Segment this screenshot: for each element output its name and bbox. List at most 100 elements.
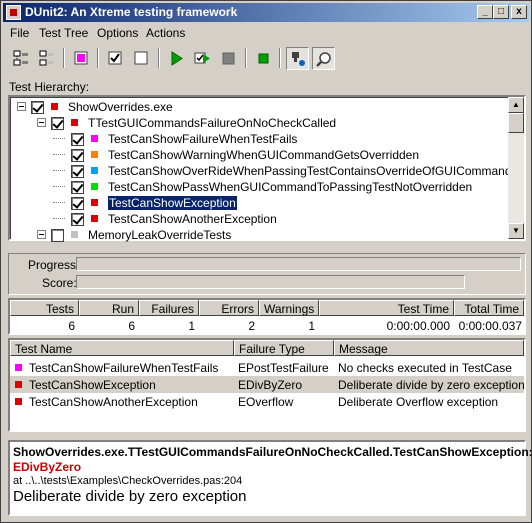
- test-hierarchy-tree[interactable]: ShowOverrides.exe TTestGUICommandsFailure…: [8, 95, 526, 243]
- test-checkbox[interactable]: [51, 117, 64, 130]
- stats-grid: Tests Run Failures Errors Warnings Test …: [8, 298, 526, 335]
- tree-connector: [53, 154, 65, 155]
- check-icon[interactable]: [104, 47, 127, 70]
- stats-header-failures: Failures: [139, 300, 199, 316]
- test-checkbox[interactable]: [71, 165, 84, 178]
- tree-row-label: TTestGUICommandsFailureOnNoCheckCalled: [88, 116, 337, 130]
- status-square-icon: [51, 103, 58, 110]
- scroll-down-button[interactable]: ▼: [508, 223, 524, 239]
- failure-message: Deliberate Overflow exception: [338, 395, 499, 409]
- tree-row[interactable]: TestCanShowException: [10, 195, 506, 211]
- menu-options[interactable]: Options: [97, 26, 138, 40]
- tree-row[interactable]: TestCanShowAnotherException: [10, 211, 506, 227]
- tree-row-label: MemoryLeakOverrideTests: [88, 228, 232, 242]
- failure-list[interactable]: Test Name Failure Type Message TestCanSh…: [8, 338, 526, 432]
- details-location: at ..\..\tests\Examples\CheckOverrides.p…: [13, 475, 243, 487]
- deselect-all-icon[interactable]: [36, 47, 59, 70]
- tree-vertical-scrollbar[interactable]: ▲ ▼: [508, 97, 524, 239]
- status-square-icon: [15, 364, 22, 371]
- menu-file[interactable]: File: [10, 26, 29, 40]
- stats-header-errors: Errors: [199, 300, 259, 316]
- run-current-icon[interactable]: [252, 47, 275, 70]
- tree-row[interactable]: ShowOverrides.exe: [10, 99, 506, 115]
- test-checkbox[interactable]: [31, 101, 44, 114]
- tree-row[interactable]: TestCanShowPassWhenGUICommandToPassingTe…: [10, 179, 506, 195]
- status-square-icon: [91, 151, 98, 158]
- title-bar[interactable]: DUnit2: An Xtreme testing framework _ □ …: [3, 3, 529, 22]
- failure-row[interactable]: TestCanShowException EDivByZero Deliberate…: [10, 376, 525, 393]
- stats-errors-value: 2: [248, 319, 255, 333]
- main-window: DUnit2: An Xtreme testing framework _ □ …: [0, 0, 532, 523]
- maximize-button[interactable]: □: [493, 5, 509, 19]
- tree-row-label: TestCanShowOverRideWhenPassingTestContai…: [108, 164, 512, 178]
- run-selected-icon[interactable]: [191, 47, 214, 70]
- stats-test-time-value: 0:00:00.000: [386, 319, 450, 333]
- test-checkbox[interactable]: [71, 213, 84, 226]
- status-square-icon: [91, 215, 98, 222]
- stop-icon[interactable]: [217, 47, 240, 70]
- failure-details[interactable]: ShowOverrides.exe.TTestGUICommandsFailur…: [8, 440, 532, 516]
- progress-bar: [76, 257, 521, 271]
- collapse-toggle-icon[interactable]: [37, 230, 46, 239]
- tree-row[interactable]: TestCanShowFailureWhenTestFails: [10, 131, 506, 147]
- break-on-failure-icon[interactable]: [286, 47, 309, 70]
- close-button[interactable]: x: [511, 5, 527, 19]
- tree-connector: [53, 186, 65, 187]
- stats-warnings-value: 1: [308, 319, 315, 333]
- tree-row[interactable]: TestCanShowOverRideWhenPassingTestContai…: [10, 163, 512, 179]
- test-checkbox[interactable]: [71, 197, 84, 210]
- test-checkbox[interactable]: [71, 181, 84, 194]
- select-all-icon[interactable]: [10, 47, 33, 70]
- menu-actions[interactable]: Actions: [146, 26, 185, 40]
- minimize-button[interactable]: _: [477, 5, 493, 19]
- failure-message: No checks executed in TestCase: [338, 361, 512, 375]
- toolbar-separator: [63, 48, 65, 68]
- failure-header-type[interactable]: Failure Type: [234, 340, 334, 356]
- find-icon[interactable]: [312, 47, 335, 70]
- scroll-thumb[interactable]: [508, 113, 524, 133]
- score-bar: [76, 275, 465, 289]
- status-square-icon: [91, 199, 98, 206]
- failure-type: EPostTestFailure: [238, 361, 329, 375]
- app-icon: [6, 5, 21, 20]
- window-title: DUnit2: An Xtreme testing framework: [25, 5, 238, 19]
- tree-row-label: TestCanShowFailureWhenTestFails: [108, 132, 298, 146]
- failure-test-name: TestCanShowException: [29, 378, 156, 392]
- run-icon[interactable]: [165, 47, 188, 70]
- status-square-icon: [71, 231, 78, 238]
- progress-label: Progress:: [28, 258, 80, 272]
- stats-header-total-time: Total Time: [454, 300, 524, 316]
- menu-test-tree[interactable]: Test Tree: [39, 26, 88, 40]
- tree-row-label: TestCanShowPassWhenGUICommandToPassingTe…: [108, 180, 473, 194]
- tree-connector: [53, 218, 65, 219]
- toolbar-separator: [97, 48, 99, 68]
- tree-row[interactable]: MemoryLeakOverrideTests: [10, 227, 506, 243]
- toolbar-separator: [245, 48, 247, 68]
- stats-failures-value: 1: [188, 319, 195, 333]
- toolbar-separator: [279, 48, 281, 68]
- collapse-toggle-icon[interactable]: [37, 118, 46, 127]
- tree-row[interactable]: TTestGUICommandsFailureOnNoCheckCalled: [10, 115, 506, 131]
- toolbar-separator: [158, 48, 160, 68]
- status-square-icon: [91, 135, 98, 142]
- test-checkbox[interactable]: [51, 229, 64, 242]
- test-checkbox[interactable]: [71, 133, 84, 146]
- failure-header-test-name[interactable]: Test Name: [10, 340, 234, 356]
- collapse-toggle-icon[interactable]: [17, 102, 26, 111]
- details-test-path: ShowOverrides.exe.TTestGUICommandsFailur…: [13, 445, 532, 459]
- uncheck-icon[interactable]: [130, 47, 153, 70]
- stats-header-run: Run: [79, 300, 139, 316]
- scroll-up-button[interactable]: ▲: [508, 97, 524, 113]
- failure-row[interactable]: TestCanShowAnotherException EOverflow Deli…: [10, 393, 524, 410]
- stats-header-warnings: Warnings: [259, 300, 319, 316]
- tree-connector: [53, 202, 65, 203]
- test-checkbox[interactable]: [71, 149, 84, 162]
- tree-row[interactable]: TestCanShowWarningWhenGUICommandGetsOver…: [10, 147, 506, 163]
- status-square-icon: [15, 398, 22, 405]
- failure-test-name: TestCanShowAnotherException: [29, 395, 198, 409]
- failure-header-message[interactable]: Message: [334, 340, 524, 356]
- score-label: Score:: [42, 276, 77, 290]
- select-failed-icon[interactable]: [70, 47, 93, 70]
- failure-row[interactable]: TestCanShowFailureWhenTestFails EPostTest…: [10, 359, 524, 376]
- tree-connector: [53, 170, 65, 171]
